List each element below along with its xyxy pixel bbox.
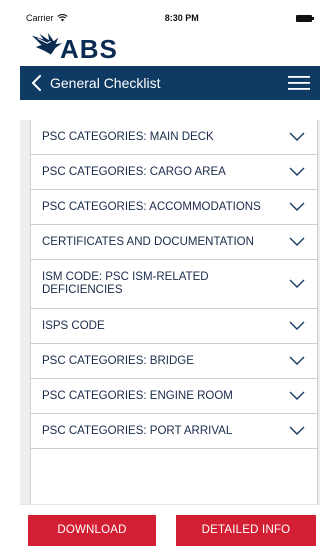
chevron-down-icon	[289, 321, 305, 330]
phone-screen: Carrier 8:30 PM ABS General Checklist PS…	[20, 10, 320, 555]
battery-icon	[296, 14, 314, 22]
chevron-down-icon	[289, 237, 305, 246]
checklist-item-certificates[interactable]: CERTIFICATES AND DOCUMENTATION	[31, 225, 317, 260]
page-title: General Checklist	[50, 75, 161, 91]
chevron-down-icon	[289, 391, 305, 400]
checklist-item-label: ISPS CODE	[42, 319, 105, 332]
chevron-down-icon	[289, 132, 305, 141]
detailed-info-button[interactable]: DETAILED INFO	[176, 514, 316, 546]
chevron-down-icon	[289, 426, 305, 435]
checklist-item-ism-code[interactable]: ISM CODE: PSC ISM-RELATED DEFICIENCIES	[31, 260, 317, 309]
wifi-icon	[56, 14, 68, 22]
hamburger-menu-icon[interactable]	[288, 76, 310, 90]
action-bar: DOWNLOAD DETAILED INFO	[20, 504, 320, 555]
checklist-item-bridge[interactable]: PSC CATEGORIES: BRIDGE	[31, 344, 317, 379]
chevron-down-icon	[289, 279, 305, 288]
checklist-item-label: PSC CATEGORIES: PORT ARRIVAL	[42, 424, 233, 437]
status-time: 8:30 PM	[164, 13, 199, 23]
nav-bar: General Checklist	[20, 66, 320, 100]
checklist-area: PSC CATEGORIES: MAIN DECK PSC CATEGORIES…	[20, 120, 320, 555]
logo-text: ABS	[60, 34, 118, 64]
status-bar: Carrier 8:30 PM	[20, 10, 320, 26]
checklist-item-label: ISM CODE: PSC ISM-RELATED DEFICIENCIES	[42, 271, 209, 296]
checklist-item-label: PSC CATEGORIES: BRIDGE	[42, 354, 194, 367]
chevron-down-icon	[289, 202, 305, 211]
chevron-down-icon	[289, 167, 305, 176]
carrier-label: Carrier	[26, 13, 54, 23]
checklist-item-main-deck[interactable]: PSC CATEGORIES: MAIN DECK	[31, 120, 317, 155]
logo-row: ABS	[20, 26, 320, 66]
chevron-down-icon	[289, 356, 305, 365]
download-button[interactable]: DOWNLOAD	[28, 514, 156, 546]
checklist-item-label: PSC CATEGORIES: ENGINE ROOM	[42, 389, 233, 402]
checklist-item-label: PSC CATEGORIES: CARGO AREA	[42, 165, 226, 178]
status-left: Carrier	[26, 13, 68, 23]
checklist-item-label: CERTIFICATES AND DOCUMENTATION	[42, 235, 254, 248]
checklist-item-port-arrival[interactable]: PSC CATEGORIES: PORT ARRIVAL	[31, 414, 317, 449]
checklist-item-isps-code[interactable]: ISPS CODE	[31, 309, 317, 344]
checklist-item-label: PSC CATEGORIES: MAIN DECK	[42, 130, 214, 143]
checklist-item-label: PSC CATEGORIES: ACCOMMODATIONS	[42, 200, 261, 213]
chevron-left-icon[interactable]	[30, 75, 44, 91]
checklist-item-cargo-area[interactable]: PSC CATEGORIES: CARGO AREA	[31, 155, 317, 190]
checklist: PSC CATEGORIES: MAIN DECK PSC CATEGORIES…	[30, 120, 318, 555]
checklist-item-accommodations[interactable]: PSC CATEGORIES: ACCOMMODATIONS	[31, 190, 317, 225]
abs-logo: ABS	[30, 30, 118, 62]
checklist-item-engine-room[interactable]: PSC CATEGORIES: ENGINE ROOM	[31, 379, 317, 414]
